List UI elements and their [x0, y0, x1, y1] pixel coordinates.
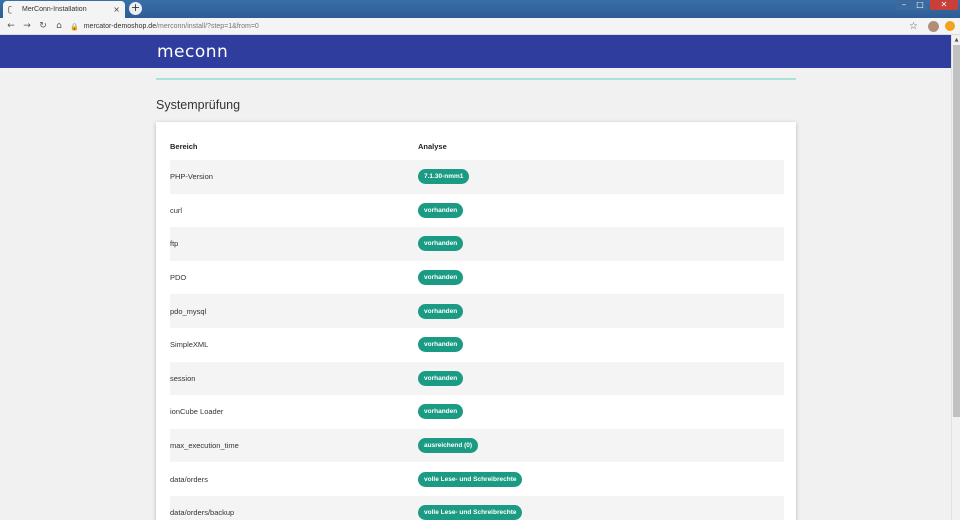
lock-icon[interactable]: 🔒: [70, 23, 79, 31]
status-badge: ausreichend (0): [418, 438, 479, 454]
table-row: ftp vorhanden: [170, 227, 784, 261]
profile-avatar[interactable]: [928, 21, 939, 32]
column-header-area: Bereich: [170, 142, 198, 151]
table-row: PHP-Version 7.1.30-nmm1: [170, 160, 784, 194]
system-check-card: Bereich Analyse PHP-Version 7.1.30-nmm1 cu…: [156, 122, 796, 520]
status-badge: vorhanden: [418, 404, 464, 420]
row-area-label: ionCube Loader: [170, 407, 224, 417]
table-row: PDO vorhanden: [170, 261, 784, 295]
status-badge: vorhanden: [418, 303, 464, 319]
table-row: data/orders volle Lese- und Schreibrechte: [170, 462, 784, 496]
row-area-label: curl: [170, 205, 183, 215]
status-badge: vorhanden: [418, 202, 464, 218]
new-tab-button[interactable]: +: [129, 2, 142, 15]
row-area-label: max_execution_time: [170, 441, 239, 451]
site-header: [0, 35, 951, 68]
scroll-up-arrow-icon[interactable]: ▲: [952, 37, 960, 43]
tab-close-icon[interactable]: ×: [113, 5, 120, 14]
page-title: Systemprüfung: [156, 98, 241, 112]
reload-icon[interactable]: ↻: [35, 21, 51, 31]
system-check-table: PHP-Version 7.1.30-nmm1 curl vorhanden ftp vo…: [170, 160, 784, 520]
row-area-label: pdo_mysql: [170, 306, 207, 316]
table-row: max_execution_time ausreichend (0): [170, 428, 784, 463]
status-badge: vorhanden: [418, 270, 464, 286]
status-badge: vorhanden: [418, 236, 464, 252]
table-row: SimpleXML vorhanden: [170, 328, 784, 362]
browser-toolbar: ← → ↻ ⌂ 🔒 mercator-demoshop.de/merconn/i…: [0, 18, 960, 35]
row-area-label: ftp: [170, 239, 179, 249]
row-area-label: data/orders/backup: [170, 508, 235, 518]
tab-title: MerConn-Installation: [22, 6, 87, 13]
row-area-label: session: [170, 373, 196, 383]
table-header: Bereich Analyse: [170, 142, 784, 154]
status-badge: 7.1.30-nmm1: [418, 169, 470, 185]
status-badge: volle Lese- und Schreibrechte: [418, 471, 523, 487]
page-scrollbar[interactable]: ▲: [951, 35, 960, 520]
column-header-analysis: Analyse: [418, 142, 447, 151]
site-logo: meconn: [157, 42, 229, 62]
row-area-label: SimpleXML: [170, 340, 209, 350]
table-row: session vorhanden: [170, 361, 784, 396]
row-area-label: PDO: [170, 273, 187, 283]
page-favicon-icon: ʗ: [8, 5, 13, 14]
window-maximize-button[interactable]: □: [912, 0, 928, 10]
back-arrow-icon[interactable]: ←: [3, 21, 19, 31]
row-area-label: data/orders: [170, 474, 208, 484]
browser-tab[interactable]: ʗ MerConn-Installation ×: [3, 1, 125, 18]
status-badge: vorhanden: [418, 337, 464, 353]
url-path: /merconn/install/?step=1&from=0: [156, 23, 259, 30]
status-badge: volle Lese- und Schreibrechte: [418, 505, 523, 520]
table-row: ionCube Loader vorhanden: [170, 395, 784, 429]
row-area-label: PHP-Version: [170, 172, 213, 182]
progress-divider: [156, 78, 796, 80]
extension-icon[interactable]: [945, 21, 955, 31]
status-badge: vorhanden: [418, 370, 464, 386]
table-row: data/orders/backup volle Lese- und Schrei…: [170, 495, 784, 520]
forward-arrow-icon[interactable]: →: [19, 21, 35, 31]
table-row: curl vorhanden: [170, 194, 784, 228]
address-bar[interactable]: 🔒 mercator-demoshop.de/merconn/install/?…: [70, 20, 902, 33]
home-icon[interactable]: ⌂: [51, 21, 67, 31]
window-close-button[interactable]: ✕: [930, 0, 958, 10]
window-minimize-button[interactable]: –: [896, 0, 912, 10]
url-host: mercator-demoshop.de: [83, 23, 157, 30]
bookmark-star-icon[interactable]: ☆: [909, 21, 918, 32]
table-row: pdo_mysql vorhanden: [170, 294, 784, 328]
browser-titlebar: ʗ MerConn-Installation × + – □ ✕: [0, 0, 960, 18]
scrollbar-thumb[interactable]: [953, 45, 960, 417]
